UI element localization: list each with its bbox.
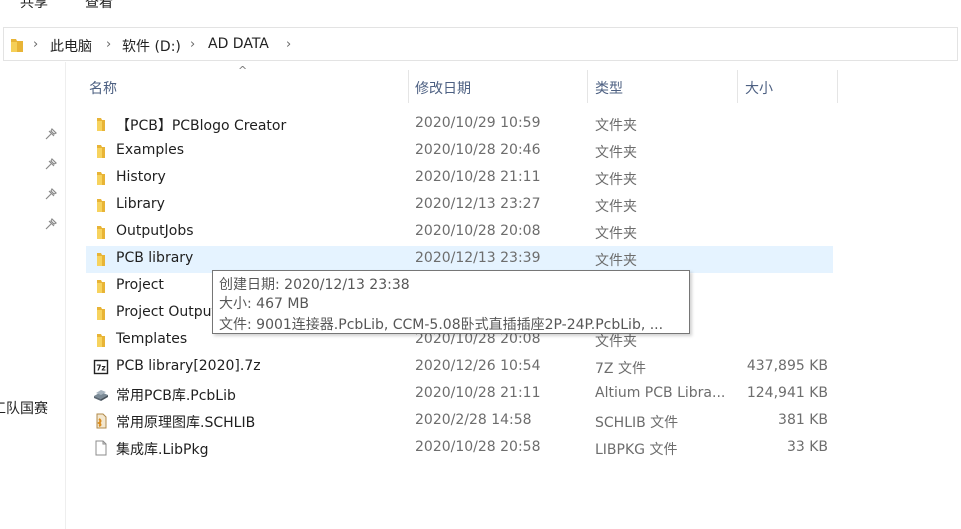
file-date: 2020/12/26 10:54 — [415, 358, 541, 374]
file-size: 437,895 KB — [746, 358, 828, 374]
file-type: 文件夹 — [595, 253, 637, 269]
file-date: 2020/12/13 23:39 — [415, 250, 541, 266]
file-row[interactable]: 常用原理图库.SCHLIB 2020/2/28 14:58 SCHLIB 文件 381… — [86, 408, 833, 435]
folder-icon — [93, 116, 109, 132]
folder-icon — [93, 143, 109, 159]
7z-archive-icon: 7z — [93, 359, 109, 375]
file-row[interactable]: Library 2020/12/13 23:27 文件夹 — [86, 192, 833, 219]
folder-info-tooltip: 创建日期: 2020/12/13 23:38 大小: 467 MB 文件: 90… — [212, 270, 690, 334]
file-name: Project Outputs — [116, 304, 225, 320]
file-date: 2020/2/28 14:58 — [415, 412, 532, 428]
folder-icon — [93, 305, 109, 321]
file-date: 2020/10/28 20:46 — [415, 142, 541, 158]
column-resize-handle[interactable] — [837, 70, 838, 103]
pin-icon[interactable] — [45, 218, 57, 230]
file-date: 2020/10/28 20:08 — [415, 223, 541, 239]
pin-icon[interactable] — [45, 128, 57, 140]
tooltip-size: 大小: 467 MB — [219, 296, 310, 312]
schlib-icon — [93, 413, 109, 429]
file-name: 常用PCB库.PcbLib — [116, 388, 236, 404]
file-date: 2020/10/28 21:11 — [415, 385, 541, 401]
file-name: 【PCB】PCBlogo Creator — [116, 118, 287, 134]
file-date: 2020/12/13 23:27 — [415, 196, 541, 212]
file-type: 文件夹 — [595, 145, 637, 161]
file-name: PCB library — [116, 250, 194, 266]
address-bar[interactable]: › 此电脑 › 软件 (D:) › AD DATA › — [3, 27, 958, 61]
file-name: Templates — [116, 331, 188, 347]
folder-icon — [93, 278, 109, 294]
file-type: 7Z 文件 — [595, 361, 646, 377]
file-type: 文件夹 — [595, 334, 637, 350]
column-header-type-label: 类型 — [595, 81, 623, 97]
file-name: OutputJobs — [116, 223, 194, 239]
chevron-right-icon[interactable]: › — [286, 37, 291, 52]
tooltip-created-date: 创建日期: 2020/12/13 23:38 — [219, 277, 410, 293]
pin-icon[interactable] — [45, 158, 57, 170]
folder-icon — [93, 251, 109, 267]
file-type: 文件夹 — [595, 172, 637, 188]
column-header-date[interactable]: 修改日期 — [409, 70, 587, 103]
file-date: 2020/10/29 10:59 — [415, 115, 541, 131]
file-date: 2020/10/28 21:11 — [415, 169, 541, 185]
chevron-right-icon[interactable]: › — [106, 37, 111, 52]
column-header-date-label: 修改日期 — [415, 81, 471, 97]
file-name: 常用原理图库.SCHLIB — [116, 415, 256, 431]
file-type: 文件夹 — [595, 118, 637, 134]
file-name: PCB library[2020].7z — [116, 358, 261, 374]
file-name: History — [116, 169, 166, 185]
file-name: Examples — [116, 142, 185, 158]
file-size: 381 KB — [778, 412, 828, 428]
file-name: Library — [116, 196, 165, 212]
chevron-right-icon[interactable]: › — [33, 37, 38, 52]
file-name: 集成库.LibPkg — [116, 442, 209, 458]
file-date: 2020/10/28 20:58 — [415, 439, 541, 455]
breadcrumb-this-pc[interactable]: 此电脑 — [50, 36, 92, 56]
nav-item-team-competition[interactable]: 工队国赛 — [0, 398, 48, 418]
file-type: LIBPKG 文件 — [595, 442, 678, 458]
file-name: Project — [116, 277, 164, 293]
ribbon-tab-share[interactable]: 共享 — [20, 0, 48, 12]
navigation-pane: 工队国赛 — [0, 62, 66, 529]
file-row[interactable]: 集成库.LibPkg 2020/10/28 20:58 LIBPKG 文件 33 KB — [86, 435, 833, 462]
file-row[interactable]: 常用PCB库.PcbLib 2020/10/28 21:11 Altium PCB … — [86, 381, 833, 408]
svg-text:7z: 7z — [96, 364, 106, 373]
file-type: 文件夹 — [595, 199, 637, 215]
ribbon-tab-view[interactable]: 查看 — [85, 0, 113, 12]
pcblib-icon — [93, 386, 109, 402]
folder-icon — [93, 170, 109, 186]
file-type: Altium PCB Libra... — [595, 385, 726, 401]
pane-divider[interactable] — [65, 62, 66, 529]
column-header-size[interactable]: 大小 — [738, 70, 837, 103]
chevron-right-icon[interactable]: › — [190, 37, 195, 52]
file-type: 文件夹 — [595, 226, 637, 242]
ribbon-tabs: 共享 查看 — [0, 0, 961, 16]
column-header-name-label: 名称 — [89, 81, 117, 97]
folder-icon — [93, 332, 109, 348]
folder-icon — [11, 39, 23, 52]
folder-icon — [93, 224, 109, 240]
column-header-name[interactable]: 名称 — [86, 70, 408, 103]
column-header-size-label: 大小 — [745, 81, 773, 97]
file-size: 124,941 KB — [746, 385, 828, 401]
pin-icon[interactable] — [45, 188, 57, 200]
file-row[interactable]: Examples 2020/10/28 20:46 文件夹 — [86, 138, 833, 165]
tooltip-files: 文件: 9001连接器.PcbLib, CCM-5.08卧式直插插座2P-24P… — [219, 317, 664, 333]
column-header-type[interactable]: 类型 — [588, 70, 737, 103]
file-row[interactable]: 7z PCB library[2020].7z 2020/12/26 10:54 7Z… — [86, 354, 833, 381]
file-row[interactable]: 【PCB】PCBlogo Creator 2020/10/29 10:59 文件夹 — [86, 111, 833, 138]
file-row[interactable]: PCB library 2020/12/13 23:39 文件夹 — [86, 246, 833, 273]
file-row[interactable]: History 2020/10/28 21:11 文件夹 — [86, 165, 833, 192]
file-row[interactable]: OutputJobs 2020/10/28 20:08 文件夹 — [86, 219, 833, 246]
breadcrumb-ad-data[interactable]: AD DATA — [208, 36, 269, 52]
file-icon — [93, 440, 109, 456]
file-size: 33 KB — [786, 439, 828, 455]
file-type: SCHLIB 文件 — [595, 415, 679, 431]
folder-icon — [93, 197, 109, 213]
breadcrumb-drive-d[interactable]: 软件 (D:) — [122, 36, 181, 56]
